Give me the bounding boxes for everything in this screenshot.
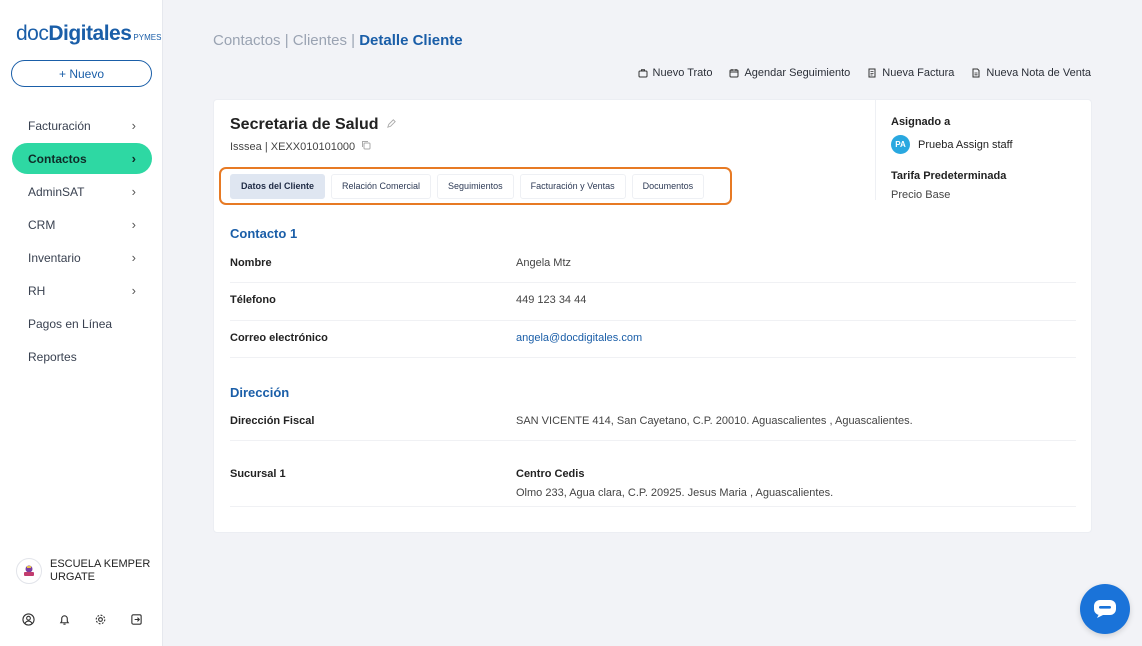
sidebar-item-label: AdminSAT [28, 184, 85, 199]
address-section-title: Dirección [230, 385, 290, 400]
schedule-followup-action[interactable]: Agendar Seguimiento [729, 67, 850, 79]
tab-documentos[interactable]: Documentos [631, 173, 705, 199]
contact-phone-value: 449 123 34 44 [516, 294, 587, 306]
organization-logo [16, 558, 42, 584]
contact-email-label: Correo electrónico [230, 332, 328, 344]
fiscal-address-value: SAN VICENTE 414, San Cayetano, C.P. 2001… [516, 415, 913, 427]
contact-section-title: Contacto 1 [230, 226, 298, 241]
sidebar-item-label: Pagos en Línea [28, 316, 113, 331]
sidebar-item-label: Facturación [28, 118, 91, 133]
calendar-icon [729, 69, 739, 78]
contact-phone-row: Télefono 449 123 34 44 [230, 283, 1076, 321]
sidebar-nav: Facturación › Contactos › AdminSAT › CRM… [12, 110, 152, 374]
sidebar-item-label: Contactos [28, 151, 87, 166]
chevron-right-icon: › [131, 151, 136, 166]
branch-row: Sucursal 1 Centro Cedis Olmo 233, Agua c… [230, 441, 1076, 507]
organization-switcher[interactable]: ESCUELA KEMPER URGATE [16, 558, 156, 584]
contact-name-row: Nombre Angela Mtz [230, 250, 1076, 283]
school-crest-icon [24, 565, 34, 576]
contact-name-label: Nombre [230, 257, 272, 269]
client-rfc: Isssea | XEXX010101000 [230, 140, 356, 153]
sidebar: doc Digitales PYMES + Nuevo Facturación … [0, 0, 163, 646]
document-icon [972, 68, 980, 78]
copy-icon[interactable] [361, 140, 371, 153]
sidebar-item-facturacion[interactable]: Facturación › [12, 110, 152, 141]
sidebar-item-reportes[interactable]: Reportes [12, 341, 152, 372]
tab-seguimientos[interactable]: Seguimientos [437, 173, 514, 199]
breadcrumb-current: Detalle Cliente [359, 32, 463, 49]
assignment-panel: Asignado a PA Prueba Assign staff Tarifa… [875, 100, 1093, 201]
chevron-right-icon: › [131, 250, 136, 265]
contact-email-link[interactable]: angela@docdigitales.com [516, 332, 642, 344]
branch-name: Centro Cedis [516, 468, 585, 480]
sidebar-item-inventario[interactable]: Inventario › [12, 242, 152, 273]
tariff-value: Precio Base [891, 189, 951, 201]
chat-icon [1094, 600, 1116, 618]
avatar: PA [891, 135, 910, 154]
bell-icon[interactable] [56, 611, 72, 627]
branch-label: Sucursal 1 [230, 468, 286, 480]
chevron-right-icon: › [131, 118, 136, 133]
sidebar-item-label: Inventario [28, 250, 81, 265]
sidebar-item-label: CRM [28, 217, 56, 232]
chat-button[interactable] [1080, 584, 1130, 634]
sidebar-item-contactos[interactable]: Contactos › [12, 143, 152, 174]
assigned-label: Asignado a [891, 116, 951, 128]
fiscal-address-row: Dirección Fiscal SAN VICENTE 414, San Ca… [230, 407, 1076, 441]
new-sales-note-label: Nueva Nota de Venta [986, 67, 1091, 79]
new-deal-label: Nuevo Trato [652, 67, 713, 79]
sidebar-item-crm[interactable]: CRM › [12, 209, 152, 240]
breadcrumb-clientes[interactable]: Clientes [293, 32, 347, 49]
sidebar-item-rh[interactable]: RH › [12, 275, 152, 306]
brand-pymes: PYMES [133, 33, 162, 42]
new-deal-action[interactable]: Nuevo Trato [638, 67, 713, 79]
logout-icon[interactable] [128, 611, 144, 627]
gear-icon[interactable] [92, 611, 108, 627]
brand-doc: doc [16, 22, 49, 45]
client-name: Secretaria de Salud [230, 116, 397, 134]
pencil-icon[interactable] [386, 116, 397, 134]
sidebar-item-adminsat[interactable]: AdminSAT › [12, 176, 152, 207]
breadcrumb: Contactos | Clientes | Detalle Cliente [213, 32, 463, 49]
tariff-label: Tarifa Predeterminada [891, 170, 1007, 182]
new-sales-note-action[interactable]: Nueva Nota de Venta [971, 67, 1091, 79]
new-invoice-action[interactable]: Nueva Factura [867, 67, 954, 79]
new-button[interactable]: + Nuevo [11, 60, 152, 87]
brand-digitales: Digitales [48, 22, 132, 45]
tab-facturacion-y-ventas[interactable]: Facturación y Ventas [519, 173, 626, 199]
briefcase-icon [638, 69, 648, 78]
assignee[interactable]: PA Prueba Assign staff [891, 135, 1013, 154]
invoice-icon [868, 68, 876, 78]
breadcrumb-separator: | [346, 32, 360, 49]
chevron-right-icon: › [131, 283, 136, 298]
new-invoice-label: Nueva Factura [882, 67, 955, 79]
organization-name-line1: ESCUELA KEMPER [50, 558, 151, 570]
chevron-right-icon: › [131, 184, 136, 199]
organization-name-line2: URGATE [50, 571, 96, 583]
client-subtitle: Isssea | XEXX010101000 [230, 140, 371, 153]
tab-datos-del-cliente[interactable]: Datos del Cliente [230, 173, 326, 199]
tab-relacion-comercial[interactable]: Relación Comercial [331, 173, 432, 199]
chevron-right-icon: › [131, 217, 136, 232]
user-icon[interactable] [20, 611, 36, 627]
contact-name-value: Angela Mtz [516, 257, 572, 269]
brand-logo[interactable]: doc Digitales PYMES [16, 22, 161, 48]
client-name-text: Secretaria de Salud [230, 116, 379, 133]
breadcrumb-separator: | [280, 32, 293, 49]
sidebar-item-label: Reportes [28, 349, 77, 364]
sidebar-item-pagos-en-linea[interactable]: Pagos en Línea [12, 308, 152, 339]
schedule-followup-label: Agendar Seguimiento [744, 67, 851, 79]
sidebar-footer [20, 611, 144, 627]
client-tabs: Datos del Cliente Relación Comercial Seg… [219, 167, 732, 205]
assignee-name: Prueba Assign staff [918, 138, 1013, 151]
branch-address: Olmo 233, Agua clara, C.P. 20925. Jesus … [516, 487, 834, 499]
action-bar: Nuevo Trato Agendar Seguimiento Nueva Fa… [638, 67, 1091, 79]
sidebar-item-label: RH [28, 283, 46, 298]
contact-email-row: Correo electrónico angela@docdigitales.c… [230, 321, 1076, 358]
client-detail-card: Secretaria de Salud Isssea | XEXX0101010… [213, 99, 1092, 533]
contact-phone-label: Télefono [230, 294, 276, 306]
organization-name: ESCUELA KEMPER URGATE [50, 558, 150, 584]
breadcrumb-contactos[interactable]: Contactos [213, 32, 281, 49]
fiscal-address-label: Dirección Fiscal [230, 415, 315, 427]
